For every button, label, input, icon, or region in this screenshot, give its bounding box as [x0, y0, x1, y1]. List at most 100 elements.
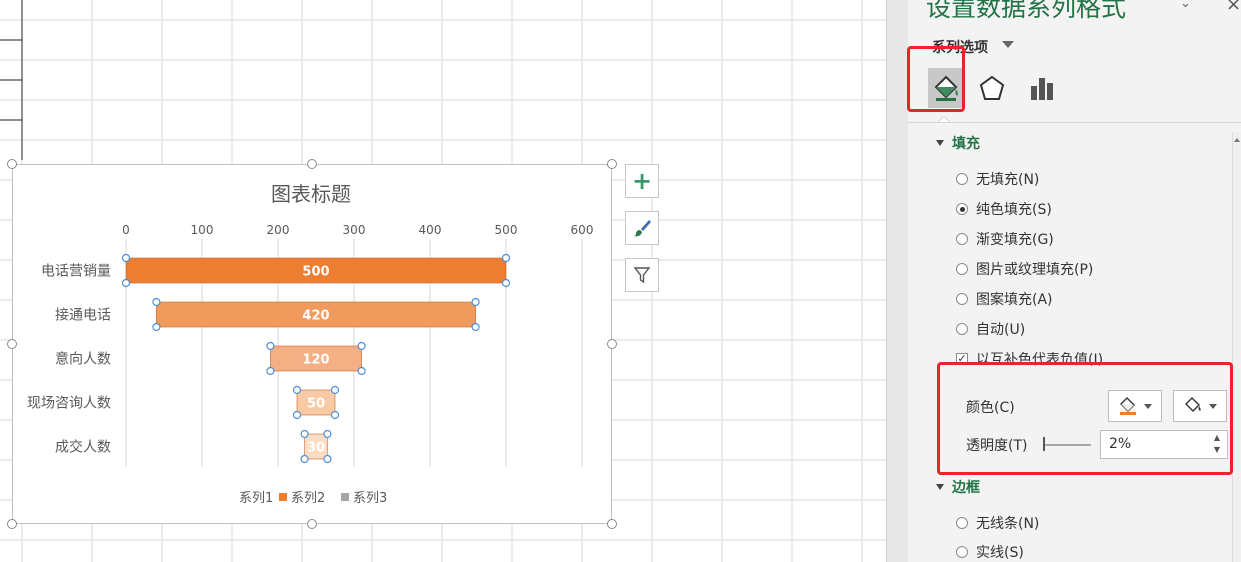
bar-selection-handle — [152, 322, 161, 332]
chart-handle-top-left[interactable] — [7, 159, 17, 169]
fill-option-label: 自动(U) — [976, 322, 1026, 338]
category-label: 成交人数 — [55, 439, 111, 456]
x-tick-label: 0 — [122, 223, 130, 237]
effects-icon — [979, 75, 1005, 100]
triangle-down-icon — [936, 140, 944, 146]
border-section-label: 边框 — [952, 480, 980, 496]
x-tick-label: 200 — [267, 223, 290, 237]
chart-styles-button[interactable] — [625, 211, 659, 245]
fill-option-label: 无填充(N) — [976, 172, 1040, 188]
x-tick-label: 400 — [419, 223, 442, 237]
chart-handle-bottom-center[interactable] — [307, 519, 317, 529]
bar-selection-handle — [266, 341, 275, 351]
chart-handle-middle-right[interactable] — [607, 339, 617, 349]
radio-button[interactable] — [956, 233, 968, 245]
border-option-label: 无线条(N) — [976, 516, 1040, 532]
radio-button[interactable] — [956, 323, 968, 335]
border-option-none[interactable]: 无线条(N) — [956, 513, 1039, 533]
bar-selection-handle — [357, 341, 366, 351]
fill-option-label: 图片或纹理填充(P) — [976, 262, 1094, 278]
bar-selection-handle — [121, 253, 131, 263]
bar-selection-handle — [292, 410, 302, 420]
fill-option-label: 渐变填充(G) — [976, 232, 1054, 248]
bar-selection-handle — [330, 385, 340, 395]
fill-option-picture[interactable]: 图片或纹理填充(P) — [956, 259, 1093, 279]
chart-handle-middle-left[interactable] — [7, 339, 17, 349]
category-label: 接通电话 — [55, 307, 111, 324]
data-label: 120 — [302, 353, 329, 368]
pane-options-chevron-icon[interactable]: ⌄ — [1180, 0, 1191, 11]
x-tick-label: 500 — [495, 223, 518, 237]
bar-selection-handle — [357, 366, 366, 376]
chart-canvas[interactable]: 图表标题 0 100 200 300 400 500 600 电话营销量 500 接通电话 420 意向… — [13, 165, 613, 525]
chart-filters-button[interactable] — [625, 258, 659, 292]
radio-button-selected[interactable] — [956, 203, 968, 215]
chevron-down-icon[interactable] — [1002, 41, 1014, 48]
legend-swatch — [279, 493, 287, 501]
radio-button[interactable] — [956, 173, 968, 185]
bar-selection-handle — [323, 429, 332, 439]
bar-selection-handle — [266, 366, 275, 376]
x-tick-label: 300 — [343, 223, 366, 237]
category-label: 意向人数 — [55, 351, 111, 368]
x-tick-label: 100 — [191, 223, 214, 237]
chart-area[interactable]: 图表标题 0 100 200 300 400 500 600 电话营销量 500 接通电话 420 意向… — [12, 164, 612, 524]
brush-icon — [634, 220, 651, 237]
radio-button[interactable] — [956, 293, 968, 305]
close-icon[interactable]: × — [1226, 0, 1241, 15]
tab-series-options[interactable] — [1024, 68, 1060, 108]
pane-title: 设置数据系列格式 — [926, 0, 1127, 22]
fill-option-label: 图案填充(A) — [976, 292, 1053, 308]
fill-option-gradient[interactable]: 渐变填充(G) — [956, 229, 1054, 249]
bar-selection-handle — [471, 297, 480, 307]
radio-button[interactable] — [956, 263, 968, 275]
border-section-header[interactable]: 边框 — [936, 477, 980, 497]
bar-selection-handle — [501, 278, 511, 288]
chart-title: 图表标题 — [271, 182, 351, 206]
bar-selection-handle — [300, 454, 309, 464]
radio-button[interactable] — [956, 517, 968, 529]
fill-option-none[interactable]: 无填充(N) — [956, 169, 1039, 189]
highlight-box-fill-tab — [907, 46, 965, 112]
border-option-solid[interactable]: 实线(S) — [956, 542, 1024, 562]
legend-entry: 系列1 — [239, 491, 273, 506]
fill-option-label: 纯色填充(S) — [976, 202, 1052, 218]
pane-separator — [908, 122, 1241, 123]
filter-icon — [633, 267, 651, 284]
bar-selection-handle — [121, 278, 131, 288]
tab-effects[interactable] — [974, 68, 1010, 108]
fill-option-solid[interactable]: 纯色填充(S) — [956, 199, 1052, 219]
highlight-box-color-transparency — [937, 362, 1233, 475]
fill-option-auto[interactable]: 自动(U) — [956, 319, 1025, 339]
fill-option-pattern[interactable]: 图案填充(A) — [956, 289, 1053, 309]
chart-handle-bottom-right[interactable] — [607, 519, 617, 529]
bar-selection-handle — [330, 410, 340, 420]
x-tick-label: 600 — [571, 223, 594, 237]
bar-selection-handle — [323, 454, 332, 464]
fill-section-label: 填充 — [952, 136, 980, 152]
data-label: 500 — [302, 265, 329, 280]
scroll-up-icon[interactable] — [1234, 138, 1240, 142]
bar-selection-handle — [300, 429, 309, 439]
radio-button[interactable] — [956, 546, 968, 558]
fill-section-header[interactable]: 填充 — [936, 133, 980, 153]
border-option-label: 实线(S) — [976, 545, 1024, 561]
chart-elements-button[interactable]: + — [625, 164, 659, 198]
pane-splitter[interactable] — [886, 0, 908, 562]
chart-handle-bottom-left[interactable] — [7, 519, 17, 529]
legend-entry: 系列3 — [353, 491, 387, 506]
bar-selection-handle — [152, 297, 161, 307]
chart-handle-top-center[interactable] — [307, 159, 317, 169]
pane-scrollbar[interactable] — [1232, 132, 1241, 562]
plus-icon: + — [631, 167, 653, 195]
legend-swatch — [341, 493, 349, 501]
bar-selection-handle — [292, 385, 302, 395]
legend-entry: 系列2 — [291, 491, 325, 506]
category-label: 电话营销量 — [41, 264, 111, 280]
category-label: 现场咨询人数 — [27, 396, 111, 412]
chart-handle-top-right[interactable] — [607, 159, 617, 169]
data-label: 30 — [307, 441, 325, 456]
data-label: 420 — [302, 309, 329, 324]
data-label: 50 — [307, 397, 325, 412]
triangle-down-icon — [936, 484, 944, 490]
